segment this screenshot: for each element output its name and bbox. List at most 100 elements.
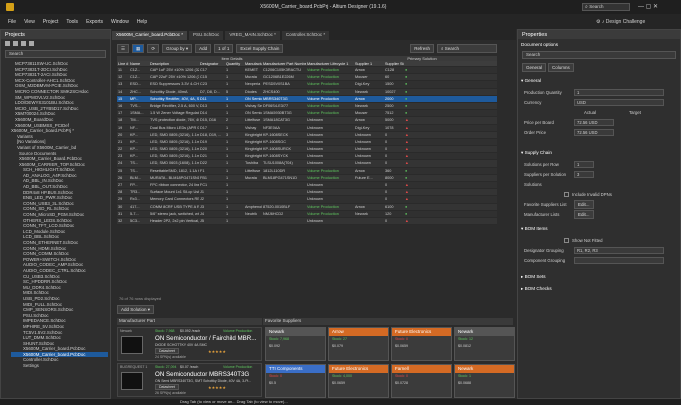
list-view-icon[interactable]: ☰	[117, 43, 130, 53]
folder-icon[interactable]	[5, 41, 10, 46]
table-row[interactable]: 22 KP... LED, SMD 0805 (3216), 1.1mm thick…	[117, 146, 497, 154]
supplier-card[interactable]: Future Electronics Stock: 4,000 $0.0659	[328, 364, 389, 398]
menu-item[interactable]: Exports	[86, 19, 103, 25]
table-row[interactable]: 15 MP... Schottky Rectifier, 40V, 4A, SMCD…	[117, 95, 497, 103]
bom-sets-section[interactable]: ▸ BOM Sets	[518, 271, 680, 283]
user-name[interactable]: Design Challenge	[606, 19, 645, 25]
supplier-card[interactable]: Arrow Stock: 27 $0.079	[328, 327, 389, 361]
table-row[interactable]: 19 NF... Dual Bus Micro LEDs (APR 00-2028)…	[117, 124, 497, 132]
mfr-edit-button[interactable]: Edit...	[574, 209, 594, 219]
menu-item[interactable]: File	[8, 19, 16, 25]
tab-document[interactable]: VREG_MAIN.SchDoc *	[225, 31, 280, 40]
tree-item[interactable]: Settings	[11, 363, 108, 369]
table-cell: 1	[226, 75, 229, 80]
settings-icon[interactable]	[29, 41, 34, 46]
table-row[interactable]: 17 1SMA... 1.5 W Zener Voltage Regulator, …	[117, 110, 497, 118]
supplier-card[interactable]: Newark Stock: 12 $0.0812	[454, 327, 515, 361]
sup-sol-input[interactable]: 3	[574, 170, 594, 178]
export-button[interactable]: Excel Supply Chain	[236, 43, 284, 53]
table-row[interactable]: 29 Rx3... Memory Card Connectors REVERSE M…	[117, 196, 497, 204]
show-not-fitted-checkbox[interactable]	[564, 237, 569, 243]
user-menu[interactable]: ⚙ ♪ Design Challenge	[596, 19, 645, 25]
grid-view-icon[interactable]: ▦	[132, 43, 145, 53]
supply-chain-section[interactable]: ▾ Supply Chain	[518, 147, 680, 159]
table-row[interactable]: 32 5C3... Header 2P2, 2x2 pin Vertical, 0.…	[117, 217, 497, 226]
table-row[interactable]: 11 C1Z... CAP 1uF 25V ±10% 1206 (3216 Metr…	[117, 67, 497, 75]
tab-columns[interactable]: Columns	[548, 63, 574, 72]
row-nav[interactable]: 1 of 1	[214, 43, 234, 53]
table-cell: 6100	[385, 204, 394, 209]
table-row[interactable]: 13 ESD... ESD Suppressors 3.3V 4-CH, 0.5 P…	[117, 81, 497, 89]
menu-item[interactable]: Tools	[66, 19, 78, 25]
search-box[interactable]: ⌕ Search	[582, 3, 630, 11]
manufacturer-part-card[interactable]: Newark Stock: 7,968 $0.092 /each Volume Pro…	[117, 327, 262, 361]
menu-item[interactable]: View	[24, 19, 35, 25]
supplier-card[interactable]: Future Electronics Stock: 0 $0.0659	[391, 327, 452, 361]
tab-document[interactable]: PSU.SchDoc	[189, 31, 224, 40]
table-row[interactable]: 30 417... COMM 8CRF USB TYPE A RA W...J3 1 A…	[117, 203, 497, 211]
manufacturer-part-card[interactable]: BUGREQUEST 1 Stock: 27,094 $0.07 /each Volu…	[117, 363, 262, 397]
desig-group-select[interactable]: R1, R2, R3	[574, 246, 664, 254]
menu-item[interactable]: Help	[137, 19, 147, 25]
table-cell: FP...	[130, 183, 138, 187]
table-row[interactable]: 26 BLM... MURATA - BLM18PG471SN1D - FERRIT…	[117, 174, 497, 182]
supplier-card[interactable]: TTI Components Stock: 0 $0.5	[265, 364, 326, 398]
table-row[interactable]: 12 C1Z... CAP 22uF 25V ±10% 1206 (3216 Met…	[117, 74, 497, 82]
general-section[interactable]: ▾ General	[518, 75, 680, 87]
menu-item[interactable]: Project	[43, 19, 59, 25]
table-row[interactable]: 31 5-7... 5/6" stereo jack, switched, with…	[117, 210, 497, 218]
properties-search[interactable]: Search	[522, 51, 676, 59]
add-button[interactable]: Add	[195, 43, 212, 53]
fav-edit-button[interactable]: Edit...	[574, 199, 594, 209]
table-row[interactable]: 21 KP... LED, SMD 0805 (3216), 1.1mm thick…	[117, 138, 497, 147]
add-solution-button[interactable]: Add Solution ▾	[117, 305, 155, 314]
table-row[interactable]: 27 FP... FPC ribbon connector, 24 lines pi…	[117, 182, 497, 190]
datasheet-button[interactable]: Datasheet	[155, 348, 179, 354]
column-header[interactable]: Designator	[199, 61, 225, 66]
tab-document[interactable]: X5600M_Carrier_board.PcbDoc *	[112, 31, 188, 40]
comp-group-select[interactable]	[574, 256, 664, 264]
projects-search[interactable]: Search	[5, 50, 106, 58]
window-controls[interactable]: — ▢ ✕	[638, 3, 658, 10]
menu-item[interactable]: Window	[111, 19, 129, 25]
column-header[interactable]: Description	[149, 61, 199, 66]
table-row[interactable]: 23 KP... LED, SMD 0805 (3216), 1.1mm thick…	[117, 153, 497, 161]
tab-document[interactable]: Controller.SchDoc *	[281, 31, 330, 40]
prod-qty-input[interactable]: 1	[574, 88, 664, 96]
refresh-view-icon[interactable]: ⟳	[147, 43, 160, 53]
table-row[interactable]: 18 TM... TVS protection diode, 76V, 400W, …	[117, 117, 497, 125]
supplier-card[interactable]: Newark Stock: 7,968 $0.092	[265, 327, 326, 361]
table-row[interactable]: 20 KP... LED, SMD 0805 (3216), 1.1mm thick…	[117, 131, 497, 139]
supplier-card[interactable]: Farnell Stock: 0 $0.0728	[391, 364, 452, 398]
table-row[interactable]: 14 ZHC... Schottky Diode, 40mA D7, D8, D...…	[117, 88, 497, 96]
currency-select[interactable]: USD	[574, 98, 664, 106]
table-row[interactable]: 24 TS... LED, SMD 0603 (1608), 1.1mm thick…	[117, 160, 497, 168]
bom-search[interactable]: ⌕ Search	[437, 43, 497, 53]
column-header[interactable]: Name	[129, 61, 149, 66]
bom-checks-section[interactable]: ▸ BOM Checks	[518, 283, 680, 295]
bom-items-section[interactable]: ▾ BOM Items	[518, 223, 680, 235]
column-header[interactable]: Line #	[117, 61, 129, 66]
include-dpn-row[interactable]: Include Invalid DPNs	[518, 189, 680, 199]
refresh-button[interactable]: Refresh	[410, 43, 434, 53]
save-icon[interactable]	[13, 41, 18, 46]
datasheet-button[interactable]: Datasheet	[155, 384, 179, 390]
gear-icon[interactable]: ⚙	[596, 19, 600, 25]
bell-icon[interactable]: ♪	[602, 19, 605, 25]
table-row[interactable]: 25 TS... ResettableSMD, 1812, 1.1A hold, 2…	[117, 167, 497, 175]
table-row[interactable]: 28 TR3... Surface Mount 1x1 Sil-cp Usb Wit…	[117, 189, 497, 197]
column-header[interactable]: Manufacturer Part Number 1	[262, 61, 306, 66]
column-header[interactable]: Manufacturer 1	[244, 61, 262, 66]
sol-row-input[interactable]: 1	[574, 160, 594, 168]
table-row[interactable]: 16 TVS... Bridge Rectifier, 2.5 A, 600 V, …	[117, 102, 497, 111]
include-dpn-checkbox[interactable]	[564, 191, 569, 197]
column-header[interactable]: Supplier Stock 1	[384, 61, 404, 66]
group-by-button[interactable]: Group by ▾	[162, 43, 193, 53]
column-header[interactable]: Supplier 1	[354, 61, 384, 66]
show-not-fitted-row[interactable]: Show Not Fitted	[518, 235, 680, 245]
supplier-card[interactable]: Newark Stock: 1 $0.0688	[454, 364, 515, 398]
column-header[interactable]: Quantity	[225, 61, 244, 66]
column-header[interactable]: Manufacturer Lifecycle 1	[306, 61, 354, 66]
tab-general[interactable]: General	[522, 63, 547, 72]
open-icon[interactable]	[21, 41, 26, 46]
